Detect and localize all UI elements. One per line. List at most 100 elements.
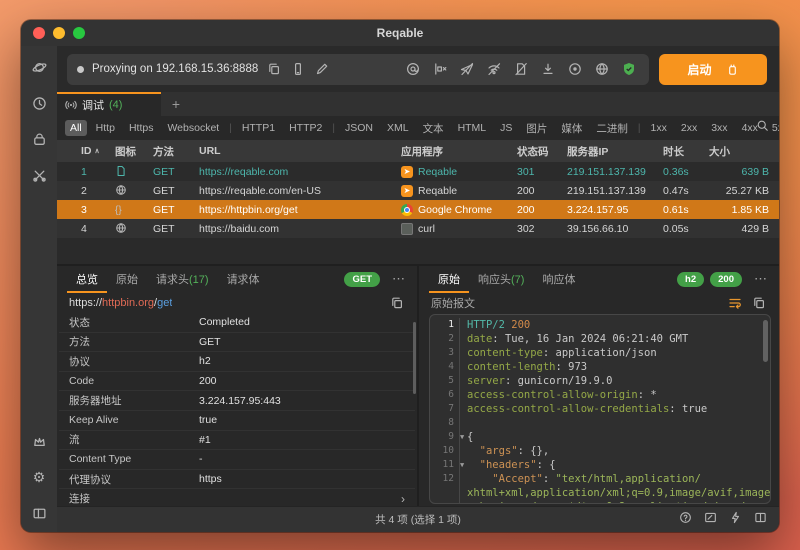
row-server-ip: 3.224.157.95 xyxy=(567,204,663,216)
response-tab-响应体[interactable]: 响应体 xyxy=(533,266,584,293)
request-tab-原始[interactable]: 原始 xyxy=(107,266,147,293)
filter-chip-3xx[interactable]: 3xx xyxy=(706,120,732,136)
copy-response-icon[interactable] xyxy=(751,295,767,311)
row-server-ip: 219.151.137.139 xyxy=(567,185,663,197)
proxy-status-text: Proxying on 192.168.15.36:8888 xyxy=(92,63,258,75)
filter-chip-all[interactable]: All xyxy=(65,120,87,136)
line-number: 2 xyxy=(430,332,460,346)
history-icon[interactable] xyxy=(30,94,48,112)
table-row[interactable]: 1GEThttps://reqable.com➤Reqable301219.15… xyxy=(57,162,779,181)
detail-panels: 总览原始请求头(17)请求体 GET https://httpbin.org/g… xyxy=(57,264,779,506)
table-empty-area xyxy=(57,238,779,264)
column-header-时长[interactable]: 时长 xyxy=(663,144,709,159)
help-icon[interactable] xyxy=(679,511,692,529)
column-header-id[interactable]: ID∧ xyxy=(81,145,115,157)
tools-icon[interactable] xyxy=(30,166,48,184)
code-line: 12 "Accept": "text/html,application/ xyxy=(430,472,770,486)
column-header-图标[interactable]: 图标 xyxy=(115,144,153,159)
new-tab-button[interactable]: + xyxy=(161,92,191,116)
overview-field-row: Content Type- xyxy=(59,450,415,470)
traffic-debug-icon[interactable] xyxy=(30,58,48,76)
filter-chip-http2[interactable]: HTTP2 xyxy=(284,120,327,136)
filter-chip-js[interactable]: JS xyxy=(495,120,517,136)
request-tab-总览[interactable]: 总览 xyxy=(67,266,107,293)
search-icon[interactable] xyxy=(756,119,769,137)
request-panel-scrollbar[interactable] xyxy=(413,322,416,394)
chevron-right-icon: › xyxy=(391,492,405,506)
request-tab-请求体[interactable]: 请求体 xyxy=(218,266,269,293)
column-header-应用程序[interactable]: 应用程序 xyxy=(401,144,517,159)
row-size: 429 B xyxy=(709,223,769,235)
filter-chip-websocket[interactable]: Websocket xyxy=(162,120,224,136)
word-wrap-icon[interactable] xyxy=(727,295,743,311)
record-icon[interactable] xyxy=(567,61,583,77)
filter-chip-1xx[interactable]: 1xx xyxy=(646,120,672,136)
field-label: Keep Alive xyxy=(69,414,199,426)
line-number: 4 xyxy=(430,360,460,374)
start-button[interactable]: 启动 xyxy=(659,54,767,85)
filter-chip-https[interactable]: Https xyxy=(124,120,159,136)
tab-debug-session[interactable]: 调试 (4) xyxy=(57,92,161,116)
table-row[interactable]: 3{}GEThttps://httpbin.org/getGoogle Chro… xyxy=(57,200,779,219)
filter-chip-xml[interactable]: XML xyxy=(382,120,414,136)
response-tab-响应头[interactable]: 响应头(7) xyxy=(469,266,533,293)
column-header-url[interactable]: URL xyxy=(199,145,401,157)
field-value: true xyxy=(199,414,391,426)
filter-chip-http1[interactable]: HTTP1 xyxy=(237,120,280,136)
column-header-服务器ip[interactable]: 服务器IP xyxy=(567,144,663,159)
row-status-code: 200 xyxy=(517,185,567,197)
main-content: Proxying on 192.168.15.36:8888 xyxy=(57,46,779,532)
filter-chip-文本[interactable]: 文本 xyxy=(418,119,449,138)
more-menu-icon[interactable] xyxy=(750,271,771,287)
field-value: - xyxy=(199,453,391,465)
row-duration: 0.36s xyxy=(663,166,709,178)
response-tab-原始[interactable]: 原始 xyxy=(429,266,469,293)
script-off-icon[interactable] xyxy=(513,61,529,77)
filter-chip-http[interactable]: Http xyxy=(91,120,120,136)
session-tabbar: 调试 (4) + xyxy=(57,92,779,116)
collection-icon[interactable] xyxy=(30,130,48,148)
filter-chip-json[interactable]: JSON xyxy=(340,120,378,136)
overview-field-row[interactable]: 连接› xyxy=(59,489,415,506)
raw-response-editor[interactable]: 1HTTP/2 2002date: Tue, 16 Jan 2024 06:21… xyxy=(429,314,771,504)
globe-proxy-icon[interactable] xyxy=(594,61,610,77)
split-layout-icon[interactable] xyxy=(754,511,767,529)
quick-action-bolt-icon[interactable] xyxy=(729,511,742,529)
filter-chip-html[interactable]: HTML xyxy=(453,120,492,136)
editor-scrollbar[interactable] xyxy=(763,320,768,362)
column-header-方法[interactable]: 方法 xyxy=(153,144,199,159)
copy-icon[interactable] xyxy=(266,61,282,77)
column-header-状态码[interactable]: 状态码 xyxy=(517,144,567,159)
session-tab-label: 调试 xyxy=(82,97,104,113)
line-number xyxy=(430,500,460,504)
port-off-icon[interactable] xyxy=(432,61,448,77)
edit-pencil-icon[interactable] xyxy=(314,61,330,77)
console-icon[interactable] xyxy=(704,511,717,529)
filter-chip-2xx[interactable]: 2xx xyxy=(676,120,702,136)
settings-gear-icon[interactable]: ⚙ xyxy=(30,468,48,486)
filter-chip-图片[interactable]: 图片 xyxy=(521,119,552,138)
request-tab-请求头[interactable]: 请求头(17) xyxy=(147,266,218,293)
line-number: 12 xyxy=(430,472,460,486)
certificate-shield-icon[interactable] xyxy=(621,61,637,77)
wifi-off-icon[interactable] xyxy=(486,61,502,77)
filter-chip-媒体[interactable]: 媒体 xyxy=(556,119,587,138)
mobile-device-icon[interactable] xyxy=(290,61,306,77)
field-value: h2 xyxy=(199,355,391,367)
code-line: 5server: gunicorn/19.9.0 xyxy=(430,374,770,388)
copy-url-icon[interactable] xyxy=(389,295,405,311)
session-tab-count: (4) xyxy=(109,99,122,111)
more-menu-icon[interactable] xyxy=(388,271,409,287)
filter-bar: AllHttpHttpsWebsocket|HTTP1HTTP2|JSONXML… xyxy=(57,116,779,140)
premium-crown-icon[interactable] xyxy=(30,432,48,450)
install-download-icon[interactable] xyxy=(540,61,556,77)
column-header-大小[interactable]: 大小 xyxy=(709,144,769,159)
table-row[interactable]: 2GEThttps://reqable.com/en-US➤Reqable200… xyxy=(57,181,779,200)
row-app: ➤Reqable xyxy=(401,185,517,197)
airplane-off-icon[interactable] xyxy=(459,61,475,77)
overview-field-row: 代理协议https xyxy=(59,470,415,490)
mirror-at-icon[interactable] xyxy=(405,61,421,77)
filter-chip-二进制[interactable]: 二进制 xyxy=(591,119,633,138)
table-row[interactable]: 4GEThttps://baidu.comcurl30239.156.66.10… xyxy=(57,219,779,238)
layout-panel-icon[interactable] xyxy=(30,504,48,522)
